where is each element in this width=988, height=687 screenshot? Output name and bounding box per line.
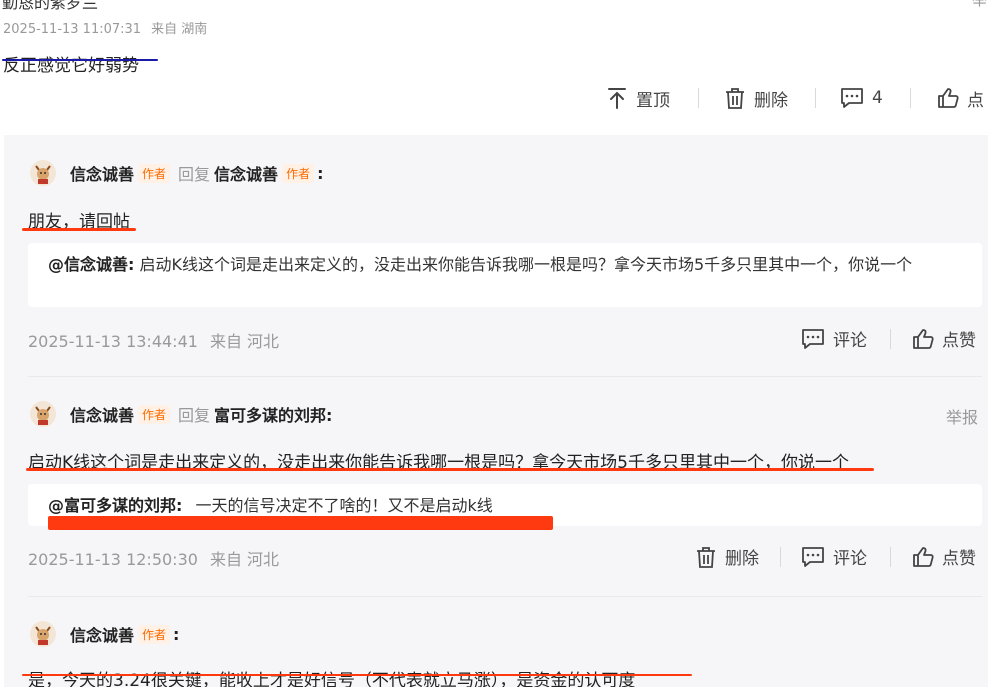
reply-location: 来自 河北 xyxy=(209,332,280,351)
comment-label: 评论 xyxy=(833,549,867,569)
comment-icon xyxy=(841,88,863,108)
annotation-underline xyxy=(26,468,874,471)
reply-meta: 2025-11-13 12:50:30 来自 河北 xyxy=(28,546,279,570)
trash-icon xyxy=(726,88,744,109)
divider xyxy=(28,596,982,597)
reply-word: 回复 xyxy=(178,165,211,184)
reply-author[interactable]: 信念诚善 xyxy=(70,402,134,426)
comment-button[interactable]: 评论 xyxy=(801,544,867,569)
divider xyxy=(910,88,911,108)
quote-user[interactable]: @富可多谋的刘邦: xyxy=(48,496,182,515)
colon: : xyxy=(317,163,324,183)
delete-label: 删除 xyxy=(754,90,788,111)
reply-author[interactable]: 信念诚善 xyxy=(70,622,134,646)
like-label: 点赞 xyxy=(942,549,976,569)
top-post-location: 来自 湖南 xyxy=(151,22,208,37)
delete-label: 删除 xyxy=(725,549,759,569)
annotation-underline xyxy=(22,674,692,676)
reply-content: 是，今天的3.24很关键，能收上才是好信号（不代表就立马涨），是资金的认可度 xyxy=(28,671,636,687)
author-tag: 作者 xyxy=(282,163,315,183)
author-tag: 作者 xyxy=(138,404,171,424)
like-label: 点赞 xyxy=(942,331,976,351)
divider xyxy=(890,329,891,349)
reply-meta: 2025-11-13 13:44:41 来自 河北 xyxy=(28,328,279,352)
thumbs-up-icon xyxy=(913,328,934,349)
reply-author[interactable]: 信念诚善 xyxy=(70,161,134,185)
reply-word: 回复 xyxy=(178,406,211,425)
like-button[interactable]: 点赞 xyxy=(912,544,976,569)
top-post-meta: 2025-11-13 11:07:31 来自 湖南 xyxy=(3,18,207,37)
top-post-username[interactable]: 勤恳的紫罗兰 xyxy=(2,0,98,13)
delete-button[interactable]: 删除 xyxy=(695,544,759,569)
reply-header: 信念诚善 作者 回复 富可多谋的刘邦: xyxy=(30,401,332,427)
report-link[interactable]: 举报 xyxy=(946,404,978,428)
divider xyxy=(28,376,982,377)
top-post-report-link[interactable]: 举 xyxy=(972,0,987,10)
trash-icon xyxy=(697,546,715,568)
comment-count-button[interactable]: 4 xyxy=(840,85,883,111)
reply-time: 2025-11-13 13:44:41 xyxy=(28,332,198,351)
like-button[interactable]: 点赞 xyxy=(912,326,976,351)
delete-button[interactable]: 删除 xyxy=(724,85,788,111)
colon: : xyxy=(173,624,180,644)
reply-time: 2025-11-13 12:50:30 xyxy=(28,550,198,569)
quote-text: 启动K线这个词是走出来定义的，没走出来你能告诉我哪一根是吗？拿今天市场5千多只里… xyxy=(139,255,913,274)
avatar[interactable] xyxy=(30,160,56,186)
divider xyxy=(815,88,816,108)
pin-top-icon xyxy=(608,88,626,109)
reply-target[interactable]: 信念诚善 xyxy=(214,161,278,185)
pin-label: 置顶 xyxy=(636,90,670,111)
annotation-underline xyxy=(22,228,136,231)
quote-text: 一天的信号决定不了啥的！又不是启动k线 xyxy=(195,496,493,515)
comment-label: 评论 xyxy=(833,331,867,351)
divider xyxy=(780,547,781,567)
reply-target[interactable]: 富可多谋的刘邦: xyxy=(214,402,332,426)
comment-count: 4 xyxy=(872,88,883,108)
like-label: 点 xyxy=(967,90,984,111)
comment-icon xyxy=(802,328,824,349)
comment-button[interactable]: 评论 xyxy=(801,326,867,351)
annotation-underline xyxy=(2,59,158,61)
avatar[interactable] xyxy=(30,401,56,427)
top-post-content: 反正感觉它好弱势 xyxy=(3,56,139,76)
quoted-comment: @信念诚善: 启动K线这个词是走出来定义的，没走出来你能告诉我哪一根是吗？拿今天… xyxy=(28,243,982,307)
quote-user[interactable]: @信念诚善: xyxy=(48,255,134,274)
divider xyxy=(698,88,699,108)
divider xyxy=(890,547,891,567)
thumbs-up-icon xyxy=(913,546,934,567)
top-post-time: 2025-11-13 11:07:31 xyxy=(3,22,142,37)
annotation-underline xyxy=(48,516,553,530)
thumbs-up-icon xyxy=(938,88,959,108)
author-tag: 作者 xyxy=(138,624,171,644)
author-tag: 作者 xyxy=(138,163,171,183)
reply-header: 信念诚善 作者 回复 信念诚善 作者 : xyxy=(30,160,323,186)
pin-button[interactable]: 置顶 xyxy=(606,85,670,111)
comment-icon xyxy=(802,546,824,567)
avatar[interactable] xyxy=(30,621,56,647)
like-button[interactable]: 点 xyxy=(937,85,984,111)
reply-location: 来自 河北 xyxy=(209,550,280,569)
reply-header: 信念诚善 作者 : xyxy=(30,621,179,647)
